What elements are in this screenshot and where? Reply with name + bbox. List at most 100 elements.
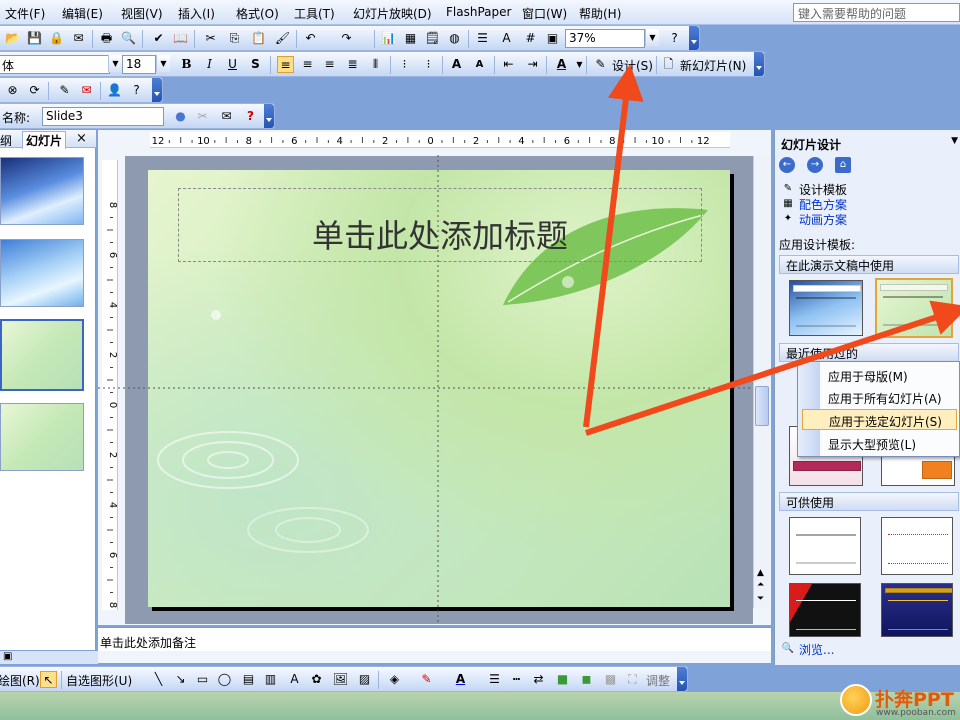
open-icon[interactable]: 📂 bbox=[4, 30, 21, 47]
copy-icon[interactable]: ⎘ bbox=[226, 30, 243, 47]
font-color-icon[interactable]: A bbox=[452, 671, 469, 688]
italic-icon[interactable]: I bbox=[201, 56, 218, 73]
menu-window[interactable]: 窗口(W) bbox=[522, 5, 567, 22]
oval-icon[interactable]: ◯ bbox=[216, 671, 233, 688]
template-thumbnail-blue[interactable] bbox=[789, 280, 863, 336]
new-slide-button[interactable]: 新幻灯片(N) bbox=[680, 57, 746, 74]
bold-icon[interactable]: B bbox=[178, 56, 195, 73]
refresh-icon[interactable]: ⟳ bbox=[26, 82, 43, 99]
tab-outline[interactable]: 纲 bbox=[0, 132, 12, 149]
slide-show-icon[interactable]: ⊗ bbox=[4, 82, 21, 99]
help-icon[interactable]: ? bbox=[666, 30, 683, 47]
tab-slides[interactable]: 幻灯片 bbox=[22, 131, 67, 149]
menu-apply-to-selected-slides[interactable]: 应用于选定幻灯片(S) bbox=[802, 409, 957, 430]
globe-icon[interactable]: ● bbox=[172, 108, 189, 125]
template-thumbnail-green-selected[interactable] bbox=[875, 278, 953, 338]
help-search-input[interactable]: 键入需要帮助的问题 bbox=[793, 3, 960, 22]
color-grayscale-icon[interactable]: ▣ bbox=[544, 30, 561, 47]
bullets-icon[interactable]: ⁝ bbox=[420, 56, 437, 73]
expand-all-icon[interactable]: ☰ bbox=[474, 30, 491, 47]
shadow-style-icon[interactable]: ■ bbox=[554, 671, 571, 688]
browse-link[interactable]: 浏览... bbox=[799, 641, 834, 658]
increase-font-icon[interactable]: A bbox=[448, 56, 465, 73]
line-style-icon[interactable]: ☰ bbox=[486, 671, 503, 688]
decrease-font-icon[interactable]: A bbox=[471, 56, 488, 73]
slide-thumbnail-3[interactable] bbox=[0, 319, 84, 391]
animation-schemes-link[interactable]: 动画方案 bbox=[799, 211, 847, 228]
close-icon[interactable]: × bbox=[76, 131, 87, 146]
help-icon[interactable]: ? bbox=[242, 108, 259, 125]
mail-icon[interactable]: ✉ bbox=[218, 108, 235, 125]
vertical-textbox-icon[interactable]: ▥ bbox=[262, 671, 279, 688]
diagram-icon[interactable]: ✿ bbox=[308, 671, 325, 688]
dash-style-icon[interactable]: ┅ bbox=[508, 671, 525, 688]
menu-flashpaper[interactable]: FlashPaper bbox=[446, 5, 511, 19]
forward-icon[interactable]: → bbox=[807, 157, 823, 173]
research-icon[interactable]: 📖 bbox=[172, 30, 189, 47]
adjust-button[interactable]: 调整 bbox=[646, 672, 670, 689]
print-icon[interactable]: 🖶 bbox=[98, 30, 115, 47]
chevron-down-icon[interactable]: ▼ bbox=[108, 55, 122, 72]
picture-tools-icon[interactable]: ▩ bbox=[602, 671, 619, 688]
template-thumbnail-dotted[interactable] bbox=[881, 517, 953, 575]
slide-name-input[interactable]: Slide3 bbox=[42, 107, 164, 126]
help-icon[interactable]: ? bbox=[128, 82, 145, 99]
menu-tools[interactable]: 工具(T) bbox=[294, 5, 335, 22]
menu-slideshow[interactable]: 幻灯片放映(D) bbox=[353, 5, 432, 22]
clipart-icon[interactable]: 🖼 bbox=[332, 671, 349, 688]
toolbar-options-icon[interactable] bbox=[754, 52, 764, 76]
edit-icon[interactable]: ✎ bbox=[56, 82, 73, 99]
previous-slide-icon[interactable]: ⏶ bbox=[757, 580, 764, 590]
autoshapes-button[interactable]: 自选图形(U) bbox=[66, 672, 132, 689]
notes-pane[interactable]: 单击此处添加备注 bbox=[98, 627, 771, 651]
increase-indent-icon[interactable]: ⇥ bbox=[524, 56, 541, 73]
menu-apply-to-master[interactable]: 应用于母版(M) bbox=[802, 365, 957, 386]
draw-menu-button[interactable]: 绘图(R) bbox=[0, 672, 40, 689]
chevron-down-icon[interactable]: ▼ bbox=[951, 136, 958, 146]
toolbar-options-icon[interactable] bbox=[689, 26, 699, 50]
slide-thumbnail-4[interactable] bbox=[0, 403, 84, 471]
toolbar-options-icon[interactable] bbox=[152, 78, 162, 102]
menu-apply-to-all-slides[interactable]: 应用于所有幻灯片(A) bbox=[802, 387, 957, 408]
decrease-indent-icon[interactable]: ⇤ bbox=[500, 56, 517, 73]
shadow-icon[interactable]: S bbox=[247, 56, 264, 73]
redo-icon[interactable]: ↷ bbox=[338, 30, 355, 47]
user-icon[interactable]: 👤 bbox=[106, 82, 123, 99]
arrow-icon[interactable]: ↘ bbox=[172, 671, 189, 688]
spelling-icon[interactable]: ✔ bbox=[150, 30, 167, 47]
menu-file[interactable]: 文件(F) bbox=[5, 5, 45, 22]
template-thumbnail-plain[interactable] bbox=[789, 517, 861, 575]
slide-thumbnail-1[interactable] bbox=[0, 157, 84, 225]
pdf-icon[interactable]: ✉ bbox=[78, 82, 95, 99]
slide-sorter-view-icon[interactable]: ▣ bbox=[3, 651, 12, 662]
scroll-up-icon[interactable]: ▲ bbox=[757, 568, 764, 578]
line-icon[interactable]: ╲ bbox=[150, 671, 167, 688]
format-painter-icon[interactable]: 🖌 bbox=[274, 30, 291, 47]
print-preview-icon[interactable]: 🔍 bbox=[120, 30, 137, 47]
undo-icon[interactable]: ↶ bbox=[302, 30, 319, 47]
underline-icon[interactable]: U bbox=[224, 56, 241, 73]
show-grid-icon[interactable]: # bbox=[522, 30, 539, 47]
slide-thumbnail-2[interactable] bbox=[0, 239, 84, 307]
template-thumbnail-navy[interactable] bbox=[881, 583, 953, 637]
zoom-select[interactable]: 37% bbox=[565, 29, 645, 48]
design-button[interactable]: 设计(S) bbox=[612, 57, 653, 74]
menu-edit[interactable]: 编辑(E) bbox=[62, 5, 103, 22]
chevron-down-icon[interactable]: ▼ bbox=[645, 29, 659, 46]
compress-icon[interactable]: ⛶ bbox=[624, 671, 641, 688]
3d-style-icon[interactable]: ◼ bbox=[578, 671, 595, 688]
align-right-icon[interactable]: ≡ bbox=[321, 56, 338, 73]
font-color-icon[interactable]: A bbox=[553, 56, 570, 73]
textbox-icon[interactable]: ▤ bbox=[240, 671, 257, 688]
line-color-icon[interactable]: ✎ bbox=[418, 671, 435, 688]
paste-icon[interactable]: 📋 bbox=[250, 30, 267, 47]
email-icon[interactable]: ✉ bbox=[70, 30, 87, 47]
numbering-icon[interactable]: ⁝ bbox=[396, 56, 413, 73]
save-icon[interactable]: 💾 bbox=[26, 30, 43, 47]
cut-icon[interactable]: ✂ bbox=[202, 30, 219, 47]
insert-diagram-icon[interactable]: ◍ bbox=[446, 30, 463, 47]
align-center-icon[interactable]: ≡ bbox=[299, 56, 316, 73]
justify-icon[interactable]: ≣ bbox=[344, 56, 361, 73]
arrow-style-icon[interactable]: ⇄ bbox=[530, 671, 547, 688]
font-name-select[interactable]: 体 bbox=[0, 55, 110, 74]
